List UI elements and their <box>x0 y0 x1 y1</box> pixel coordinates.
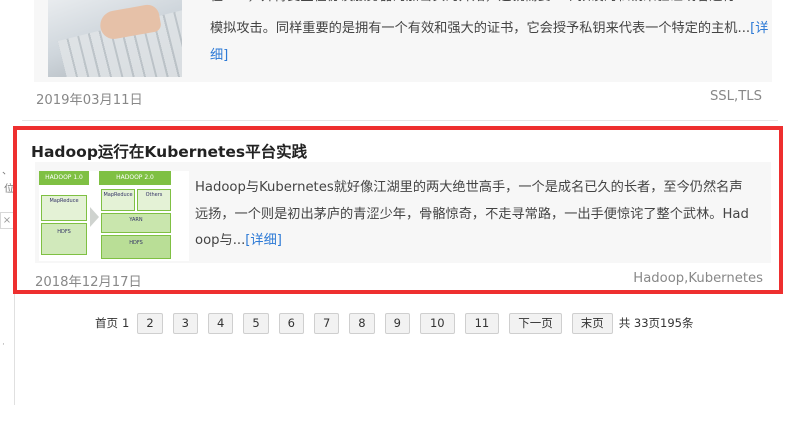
post-title[interactable]: Hadoop运行在Kubernetes平台实践 <box>31 140 307 162</box>
excerpt-text: 模拟攻击。同样重要的是拥有一个有效和强大的证书，它会授予私钥来代表一个特定的主机… <box>210 21 751 36</box>
close-icon[interactable]: × <box>0 212 14 229</box>
mapreduce-label: MapReduce <box>103 192 133 198</box>
page-button[interactable]: 6 <box>278 312 304 334</box>
excerpt-line: 在TCP，并得受生在协议服务器的加密实的开始，这就需要一个预设的私钥来验证或者进… <box>210 0 796 10</box>
mapreduce-label: MapReduce <box>49 198 79 204</box>
mapreduce-box: MapReduce <box>101 189 135 211</box>
yarn-label: YARN <box>129 217 143 223</box>
side-fragment-text-1: 、 <box>2 166 12 177</box>
page-button[interactable]: 10 <box>419 312 455 334</box>
read-more-link[interactable]: [详 <box>750 21 768 36</box>
excerpt-line: 模拟攻击。同样重要的是拥有一个有效和强大的证书，它会授予私钥来代表一个特定的主机… <box>210 16 768 42</box>
pagination-summary: 共 33页195条 <box>618 316 694 330</box>
next-page-button[interactable]: 下一页 <box>509 312 562 334</box>
hadoop2-title: HADOOP 2.0 <box>99 171 171 185</box>
pagination: 首页 1 2 3 4 5 6 7 8 9 10 11 下一页 末页 共 33页1… <box>95 312 694 334</box>
excerpt-line: oop与...[详细] <box>195 228 783 255</box>
read-more-link[interactable]: [详细] <box>245 233 282 248</box>
hadoop2-diagram: HADOOP 2.0 MapReduce Others YARN HDFS <box>99 171 171 261</box>
post-thumbnail[interactable]: HADOOP 1.0 MapReduce HDFS HADOOP 2.0 Map… <box>39 171 189 261</box>
yarn-box: YARN <box>101 213 171 233</box>
mapreduce-box: MapReduce <box>41 195 87 221</box>
excerpt-text: oop与... <box>195 233 246 248</box>
side-fragment-dot: · <box>2 340 5 350</box>
post-date: 2019年03月11日 <box>36 93 143 108</box>
hdfs-box: HDFS <box>41 223 87 255</box>
page-button[interactable]: 7 <box>313 312 340 334</box>
page-button[interactable]: 8 <box>349 312 375 334</box>
page-button[interactable]: 4 <box>207 312 234 334</box>
post-date: 2018年12月17日 <box>35 275 142 290</box>
read-more-link[interactable]: 细] <box>210 48 228 63</box>
excerpt-line: 细] <box>210 43 228 69</box>
post-tags[interactable]: SSL,TLS <box>710 89 762 104</box>
post-body: 在TCP，并得受生在协议服务器的加密实的开始，这就需要一个预设的私钥来验证或者进… <box>34 0 772 82</box>
excerpt-line: Hadoop与Kubernetes就好像江湖里的两大绝世高手，一个是成名已久的长… <box>195 180 743 195</box>
page-button[interactable]: 9 <box>384 312 410 334</box>
page-button[interactable]: 3 <box>172 312 198 334</box>
pagination-current: 1 <box>122 316 130 330</box>
hdfs-label: HDFS <box>57 229 71 235</box>
post-thumbnail[interactable] <box>48 0 182 77</box>
page-button[interactable]: 11 <box>464 312 500 334</box>
pagination-first-label[interactable]: 首页 <box>95 315 118 331</box>
last-page-button[interactable]: 末页 <box>571 312 613 334</box>
others-box: Others <box>137 189 171 211</box>
others-label: Others <box>145 192 163 198</box>
hdfs-label: HDFS <box>129 240 143 246</box>
post-excerpt: Hadoop与Kubernetes就好像江湖里的两大绝世高手，一个是成名已久的长… <box>195 175 783 255</box>
hdfs-box: HDFS <box>101 235 171 259</box>
hadoop1-diagram: HADOOP 1.0 MapReduce HDFS <box>39 171 89 261</box>
post-item-prev: 在TCP，并得受生在协议服务器的加密实的开始，这就需要一个预设的私钥来验证或者进… <box>22 0 778 121</box>
page-button[interactable]: 2 <box>137 312 163 334</box>
post-body: HADOOP 1.0 MapReduce HDFS HADOOP 2.0 Map… <box>35 162 771 263</box>
post-tags[interactable]: Hadoop,Kubernetes <box>633 271 763 286</box>
arrow-right-icon <box>90 207 99 227</box>
page-button[interactable]: 5 <box>243 312 269 334</box>
hadoop1-title: HADOOP 1.0 <box>39 171 89 185</box>
excerpt-line: 远扬，一个则是初出茅庐的青涩少年，骨骼惊奇，不走寻常路，一出手便惊诧了整个武林。… <box>195 206 749 222</box>
post-item-highlighted: Hadoop运行在Kubernetes平台实践 HADOOP 1.0 MapRe… <box>13 126 783 294</box>
